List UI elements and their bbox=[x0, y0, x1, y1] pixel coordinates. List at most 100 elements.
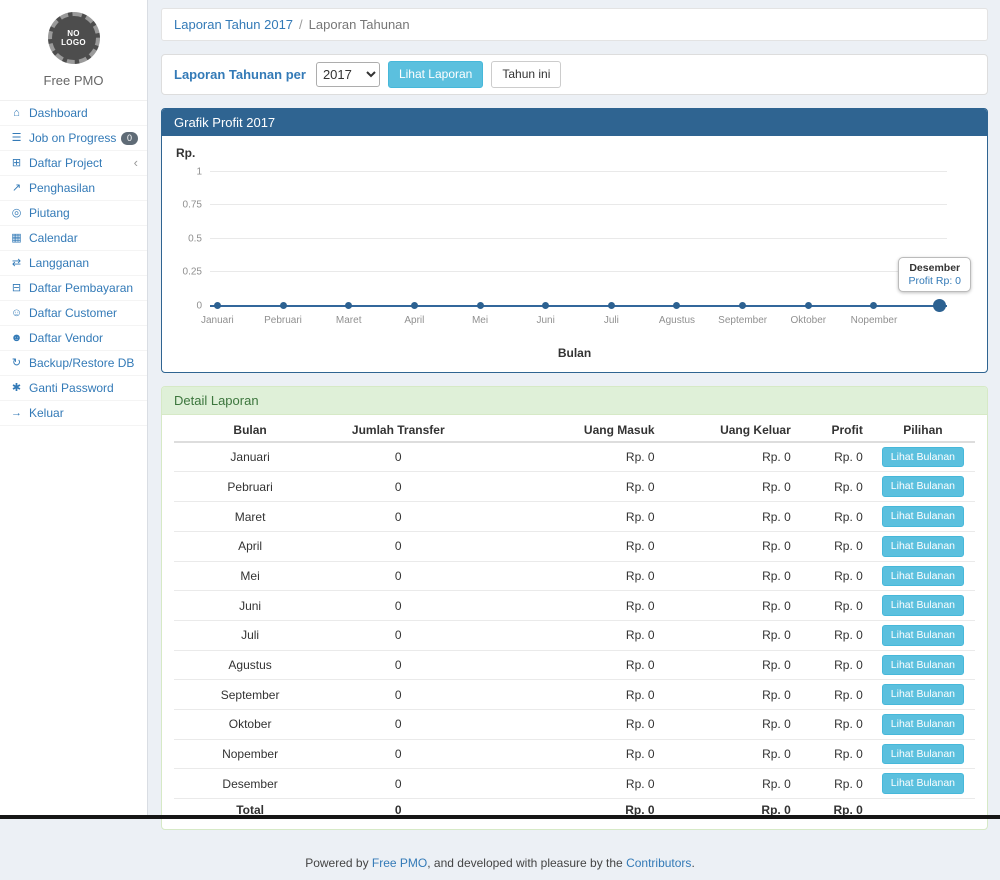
sidebar-item-daftar-project[interactable]: ⊞Daftar Project‹ bbox=[0, 151, 147, 176]
column-header-pilihan: Pilihan bbox=[871, 419, 975, 442]
x-tick-label: Juli bbox=[604, 315, 619, 326]
cell-bulan: Juli bbox=[174, 620, 326, 650]
chart-point-september[interactable] bbox=[739, 302, 746, 309]
chart-point-agustus[interactable] bbox=[673, 302, 680, 309]
lihat-bulanan-button[interactable]: Lihat Bulanan bbox=[882, 655, 964, 676]
tooltip-value: Profit Rp: 0 bbox=[908, 275, 961, 287]
vendors-icon: ☻ bbox=[9, 331, 24, 345]
cell-bulan: Januari bbox=[174, 442, 326, 472]
sidebar-item-daftar-vendor[interactable]: ☻ Daftar Vendor bbox=[0, 326, 147, 351]
lihat-bulanan-button[interactable]: Lihat Bulanan bbox=[882, 476, 964, 497]
year-select[interactable]: 2017 bbox=[316, 62, 380, 87]
cell-keluar: Rp. 0 bbox=[663, 709, 799, 739]
cell-keluar: Rp. 0 bbox=[663, 442, 799, 472]
cell-bulan: Maret bbox=[174, 502, 326, 532]
profit-series-line bbox=[210, 305, 947, 307]
cell-masuk: Rp. 0 bbox=[470, 680, 662, 710]
chart-point-januari[interactable] bbox=[214, 302, 221, 309]
lihat-bulanan-button[interactable]: Lihat Bulanan bbox=[882, 447, 964, 468]
table-row-mei: Mei0Rp. 0Rp. 0Rp. 0Lihat Bulanan bbox=[174, 561, 975, 591]
chevron-left-icon: ‹ bbox=[134, 158, 138, 168]
cell-keluar: Rp. 0 bbox=[663, 739, 799, 769]
sidebar-menu: ⌂Dashboard☰Job on Progress0⊞Daftar Proje… bbox=[0, 101, 147, 426]
table-row-nopember: Nopember0Rp. 0Rp. 0Rp. 0Lihat Bulanan bbox=[174, 739, 975, 769]
chart-area: Rp. 00.250.50.751JanuariPebruariMaretApr… bbox=[162, 136, 987, 372]
cell-masuk: Rp. 0 bbox=[470, 561, 662, 591]
x-tick-label: September bbox=[718, 315, 767, 326]
sidebar-item-dashboard[interactable]: ⌂Dashboard bbox=[0, 101, 147, 126]
sidebar-item-calendar[interactable]: ▦Calendar bbox=[0, 226, 147, 251]
payments-icon: ⊟ bbox=[9, 281, 24, 295]
sidebar-item-daftar-customer[interactable]: ☺Daftar Customer bbox=[0, 301, 147, 326]
chart-point-nopember[interactable] bbox=[870, 302, 877, 309]
lihat-bulanan-button[interactable]: Lihat Bulanan bbox=[882, 536, 964, 557]
x-tick-label: Maret bbox=[336, 315, 362, 326]
chart-point-pebruari[interactable] bbox=[280, 302, 287, 309]
sidebar-item-langganan[interactable]: ⇄Langganan bbox=[0, 251, 147, 276]
x-tick-label: April bbox=[404, 315, 424, 326]
cell-profit: Rp. 0 bbox=[799, 739, 871, 769]
sidebar-item-daftar-pembayaran[interactable]: ⊟Daftar Pembayaran bbox=[0, 276, 147, 301]
lihat-bulanan-button[interactable]: Lihat Bulanan bbox=[882, 684, 964, 705]
sidebar-item-backup-restore-db[interactable]: ↻Backup/Restore DB bbox=[0, 351, 147, 376]
dashboard-icon: ⌂ bbox=[9, 106, 24, 120]
cell-keluar: Rp. 0 bbox=[663, 531, 799, 561]
column-header-bulan: Bulan bbox=[174, 419, 326, 442]
lihat-bulanan-button[interactable]: Lihat Bulanan bbox=[882, 595, 964, 616]
breadcrumb-separator: / bbox=[299, 17, 303, 32]
column-header-uang-masuk: Uang Masuk bbox=[470, 419, 662, 442]
cell-pilihan: Lihat Bulanan bbox=[871, 531, 975, 561]
free-pmo-link[interactable]: Free PMO bbox=[372, 856, 427, 870]
lihat-bulanan-button[interactable]: Lihat Bulanan bbox=[882, 773, 964, 794]
cell-masuk: Rp. 0 bbox=[470, 591, 662, 621]
sidebar-item-piutang[interactable]: ◎Piutang bbox=[0, 201, 147, 226]
contributors-link[interactable]: Contributors bbox=[626, 856, 691, 870]
cell-pilihan: Lihat Bulanan bbox=[871, 680, 975, 710]
cell-bulan: Juni bbox=[174, 591, 326, 621]
cell-pilihan: Lihat Bulanan bbox=[871, 472, 975, 502]
cell-keluar: Rp. 0 bbox=[663, 591, 799, 621]
password-lock-icon: ✱ bbox=[9, 381, 24, 395]
logo-text-line1: NO bbox=[67, 29, 80, 38]
cell-keluar: Rp. 0 bbox=[663, 472, 799, 502]
cell-pilihan: Lihat Bulanan bbox=[871, 709, 975, 739]
lihat-bulanan-button[interactable]: Lihat Bulanan bbox=[882, 714, 964, 735]
cell-masuk: Rp. 0 bbox=[470, 769, 662, 799]
chart-point-maret[interactable] bbox=[345, 302, 352, 309]
chart-point-mei[interactable] bbox=[477, 302, 484, 309]
cell-keluar: Rp. 0 bbox=[663, 620, 799, 650]
cell-transfer: 0 bbox=[326, 650, 470, 680]
cell-pilihan: Lihat Bulanan bbox=[871, 650, 975, 680]
sidebar-item-ganti-password[interactable]: ✱Ganti Password bbox=[0, 376, 147, 401]
lihat-bulanan-button[interactable]: Lihat Bulanan bbox=[882, 744, 964, 765]
chart-point-juli[interactable] bbox=[608, 302, 615, 309]
tahun-ini-button[interactable]: Tahun ini bbox=[491, 61, 561, 88]
chart-point-juni[interactable] bbox=[542, 302, 549, 309]
cell-profit: Rp. 0 bbox=[799, 442, 871, 472]
lihat-laporan-button[interactable]: Lihat Laporan bbox=[388, 61, 483, 88]
breadcrumb-link[interactable]: Laporan Tahun 2017 bbox=[174, 17, 293, 32]
sidebar-item-penghasilan[interactable]: ↗Penghasilan bbox=[0, 176, 147, 201]
x-tick-label: Nopember bbox=[851, 315, 898, 326]
logo-area: NO LOGO Free PMO bbox=[0, 0, 147, 101]
footer: Powered by Free PMO, and developed with … bbox=[0, 843, 1000, 880]
cell-pilihan: Lihat Bulanan bbox=[871, 561, 975, 591]
cell-pilihan: Lihat Bulanan bbox=[871, 442, 975, 472]
detail-panel-title: Detail Laporan bbox=[162, 387, 987, 415]
chart-point-april[interactable] bbox=[411, 302, 418, 309]
x-tick-label: Agustus bbox=[659, 315, 695, 326]
lihat-bulanan-button[interactable]: Lihat Bulanan bbox=[882, 566, 964, 587]
lihat-bulanan-button[interactable]: Lihat Bulanan bbox=[882, 625, 964, 646]
sidebar-item-job-on-progress[interactable]: ☰Job on Progress0 bbox=[0, 126, 147, 151]
chart-point-desember[interactable] bbox=[933, 299, 946, 312]
footer-text-suffix: . bbox=[691, 856, 694, 870]
table-row-desember: Desember0Rp. 0Rp. 0Rp. 0Lihat Bulanan bbox=[174, 769, 975, 799]
sidebar-item-label: Penghasilan bbox=[29, 181, 95, 195]
lihat-bulanan-button[interactable]: Lihat Bulanan bbox=[882, 506, 964, 527]
chart-point-oktober[interactable] bbox=[805, 302, 812, 309]
sidebar-item-label: Daftar Vendor bbox=[29, 331, 103, 345]
sidebar-item-keluar[interactable]: →Keluar bbox=[0, 401, 147, 426]
cell-transfer: 0 bbox=[326, 769, 470, 799]
cell-profit: Rp. 0 bbox=[799, 531, 871, 561]
cell-profit: Rp. 0 bbox=[799, 472, 871, 502]
